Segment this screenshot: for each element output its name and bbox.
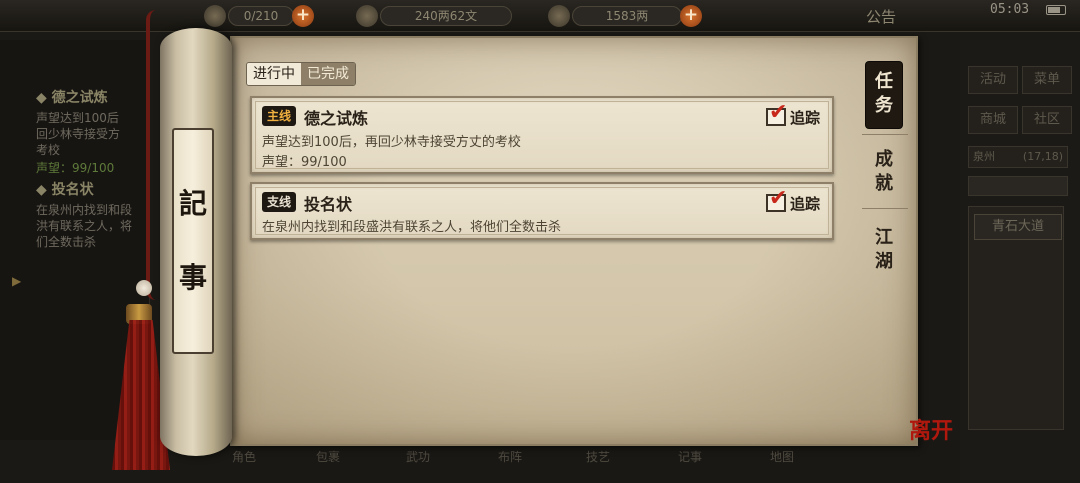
location-name: 泉州 <box>973 150 995 163</box>
location-coords: (17,18) <box>1022 150 1063 163</box>
track-label: 追踪 <box>789 194 820 213</box>
add-currency-1-button[interactable]: + <box>292 5 314 27</box>
activity-button[interactable]: 活动 <box>968 66 1018 94</box>
collapse-arrow-icon[interactable]: ▶ <box>12 274 21 288</box>
side-quest1-title[interactable]: ◆ 德之试炼 <box>36 90 108 106</box>
side-quest2-title[interactable]: ◆ 投名状 <box>36 182 94 198</box>
scroll-title-char-1: 記 <box>178 187 207 220</box>
clock: 05:03 <box>990 2 1030 17</box>
coins-icon <box>356 5 378 27</box>
currency-value-2: 240两62文 <box>380 6 512 26</box>
side-quest1-progress: 声望：99/100 <box>36 161 115 175</box>
checkmark-icon: ✔ <box>768 186 788 211</box>
quest-title: 德之试炼 <box>304 109 369 128</box>
side-quest2-line3: 们全数击杀 <box>36 235 97 249</box>
track-toggle[interactable]: ✔ 追踪 <box>765 188 820 214</box>
tab-jianghu-char-1[interactable]: 江 <box>866 226 902 250</box>
checkmark-icon: ✔ <box>768 100 788 125</box>
side-quest1-line2: 回少林寺接受方 <box>36 127 121 141</box>
scroll-title-char-2: 事 <box>178 261 207 294</box>
menu-journal[interactable]: 记事 <box>678 448 702 465</box>
notice-button[interactable]: 公告 <box>866 6 896 27</box>
menu-character[interactable]: 角色 <box>232 448 256 465</box>
bottom-menu-bar <box>150 440 960 483</box>
side-quest2-line2: 洪有联系之人，将 <box>36 219 133 233</box>
minimap-toggle[interactable] <box>968 176 1068 196</box>
quest-card-side[interactable]: 支线 投名状 在泉州内找到和段盛洪有联系之人，将他们全数击杀 ✔ 追踪 <box>250 182 834 240</box>
location-bar: 泉州 (17,18) <box>968 146 1068 168</box>
side-quest2-line1: 在泉州内找到和段 <box>36 203 133 217</box>
menu-formation[interactable]: 布阵 <box>498 448 522 465</box>
quest-progress: 声望：99/100 <box>262 155 347 170</box>
menu-martial-arts[interactable]: 武功 <box>406 448 430 465</box>
side-quest1-line3: 考校 <box>36 143 61 157</box>
currency-value-3: 1583两 <box>572 6 682 26</box>
menu-bag[interactable]: 包裹 <box>316 448 340 465</box>
leave-button[interactable]: 离开 <box>908 420 954 468</box>
tassel-bead <box>136 280 152 296</box>
status-tab-group: 进行中 已完成 <box>246 62 356 86</box>
quest-title: 投名状 <box>304 195 353 214</box>
currency-icon <box>204 5 226 27</box>
side-quest-badge: 支线 <box>262 192 296 212</box>
shop-button[interactable]: 商城 <box>968 106 1018 134</box>
community-button[interactable]: 社区 <box>1022 106 1072 134</box>
track-checkbox[interactable]: ✔ <box>765 188 787 212</box>
tab-achievements-char-1[interactable]: 成 <box>866 148 902 172</box>
quest-card-main[interactable]: 主线 德之试炼 声望达到100后，再回少林寺接受方丈的考校 声望：99/100 … <box>250 96 834 174</box>
track-toggle[interactable]: ✔ 追踪 <box>765 102 820 128</box>
track-checkbox[interactable]: ✔ <box>765 102 787 126</box>
quest-description: 声望达到100后，再回少林寺接受方丈的考校 <box>262 135 521 150</box>
menu-button[interactable]: 菜单 <box>1022 66 1072 94</box>
tassel-cord <box>146 10 158 300</box>
tab-quests-char-2[interactable]: 务 <box>866 94 902 118</box>
add-currency-3-button[interactable]: + <box>680 5 702 27</box>
menu-map[interactable]: 地图 <box>770 448 794 465</box>
quest-description: 在泉州内找到和段盛洪有联系之人，将他们全数击杀 <box>262 220 562 235</box>
top-resource-bar: 0/210 + 240两62文 1583两 + 公告 05:03 <box>0 0 1080 32</box>
menu-skills[interactable]: 技艺 <box>586 448 610 465</box>
tab-achievements-char-2[interactable]: 就 <box>866 172 902 196</box>
tab-quests-char-1[interactable]: 任 <box>866 70 902 94</box>
scroll-title-plaque <box>172 128 214 354</box>
currency-value-1: 0/210 <box>228 6 294 26</box>
map-location-label[interactable]: 青石大道 <box>974 214 1062 240</box>
gold-ingot-icon <box>548 5 570 27</box>
tab-in-progress[interactable]: 进行中 <box>247 63 301 85</box>
tab-jianghu-char-2[interactable]: 湖 <box>866 250 902 274</box>
battery-icon <box>1046 5 1066 15</box>
tab-divider <box>862 134 908 135</box>
side-quest1-line1: 声望达到100后 <box>36 111 119 125</box>
tab-divider <box>862 208 908 209</box>
main-quest-badge: 主线 <box>262 106 296 126</box>
tab-completed[interactable]: 已完成 <box>301 63 355 85</box>
track-label: 追踪 <box>789 108 820 127</box>
